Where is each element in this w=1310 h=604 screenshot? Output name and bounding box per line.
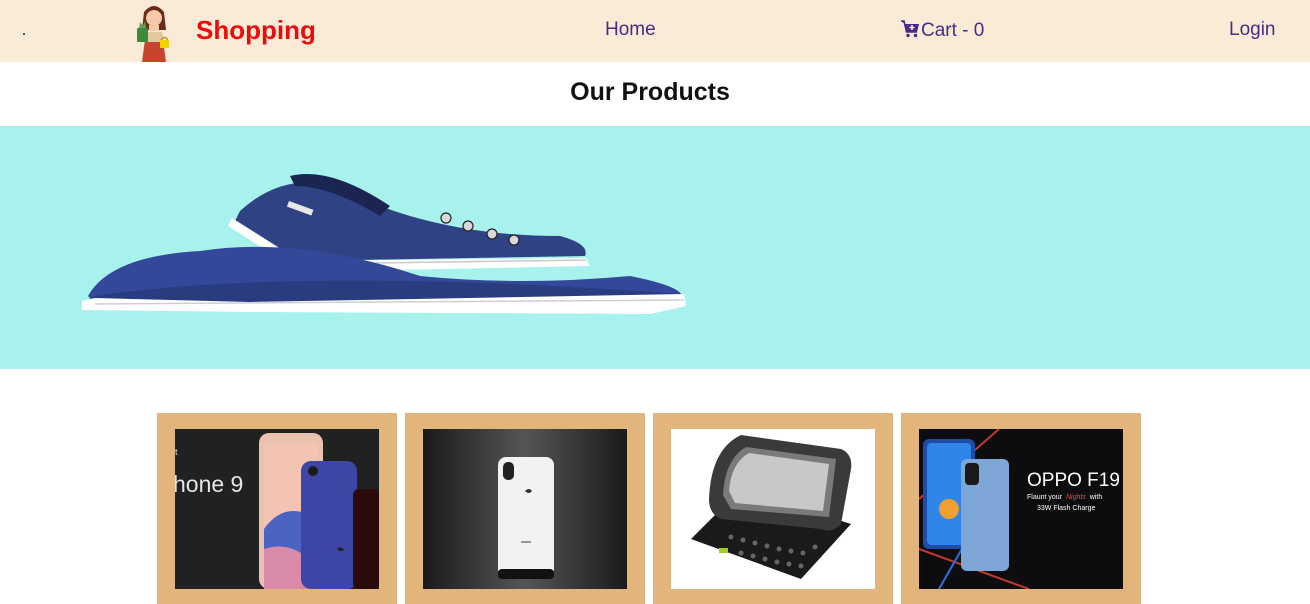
product-image-text: hone 9	[175, 471, 243, 497]
product-image-slider-phone[interactable]	[671, 429, 875, 589]
oppo-title: OPPO F19	[1027, 470, 1120, 491]
nav-dot	[23, 33, 25, 35]
product-card[interactable]	[405, 413, 645, 604]
brand-title[interactable]: Shopping	[196, 15, 316, 46]
products-heading: Our Products	[570, 78, 730, 106]
cart-plus-icon	[901, 20, 919, 38]
girl-with-shopping-bag-icon[interactable]	[130, 2, 178, 62]
sneakers-image	[82, 174, 686, 314]
nav-cart-link[interactable]: Cart - 0	[900, 18, 985, 41]
product-card[interactable]: OPPO F19 Flaunt your Nights with 33W Fla…	[901, 413, 1141, 604]
product-image-oppo-f19[interactable]: OPPO F19 Flaunt your Nights with 33W Fla…	[919, 429, 1123, 589]
product-image-iphone-x[interactable]	[423, 429, 627, 589]
oppo-tagline-start: Flaunt your	[1027, 494, 1063, 501]
oppo-tagline-end: with	[1089, 494, 1103, 501]
oppo-charge: 33W Flash Charge	[1037, 505, 1095, 512]
product-card[interactable]: t hone 9	[157, 413, 397, 604]
hero-banner	[0, 126, 1310, 369]
nav-home-link[interactable]: Home	[605, 19, 656, 41]
nav-login-link[interactable]: Login	[1229, 19, 1276, 41]
product-image-iphone[interactable]: t hone 9	[175, 429, 379, 589]
product-grid: t hone 9 OPPO F19 Flaunt your Nights wit…	[157, 413, 1141, 604]
product-card[interactable]	[653, 413, 893, 604]
navbar: Shopping Home Cart - 0 Login	[0, 0, 1310, 62]
cart-label: Cart - 0	[921, 20, 985, 41]
oppo-tagline-script: Nights	[1066, 494, 1086, 501]
